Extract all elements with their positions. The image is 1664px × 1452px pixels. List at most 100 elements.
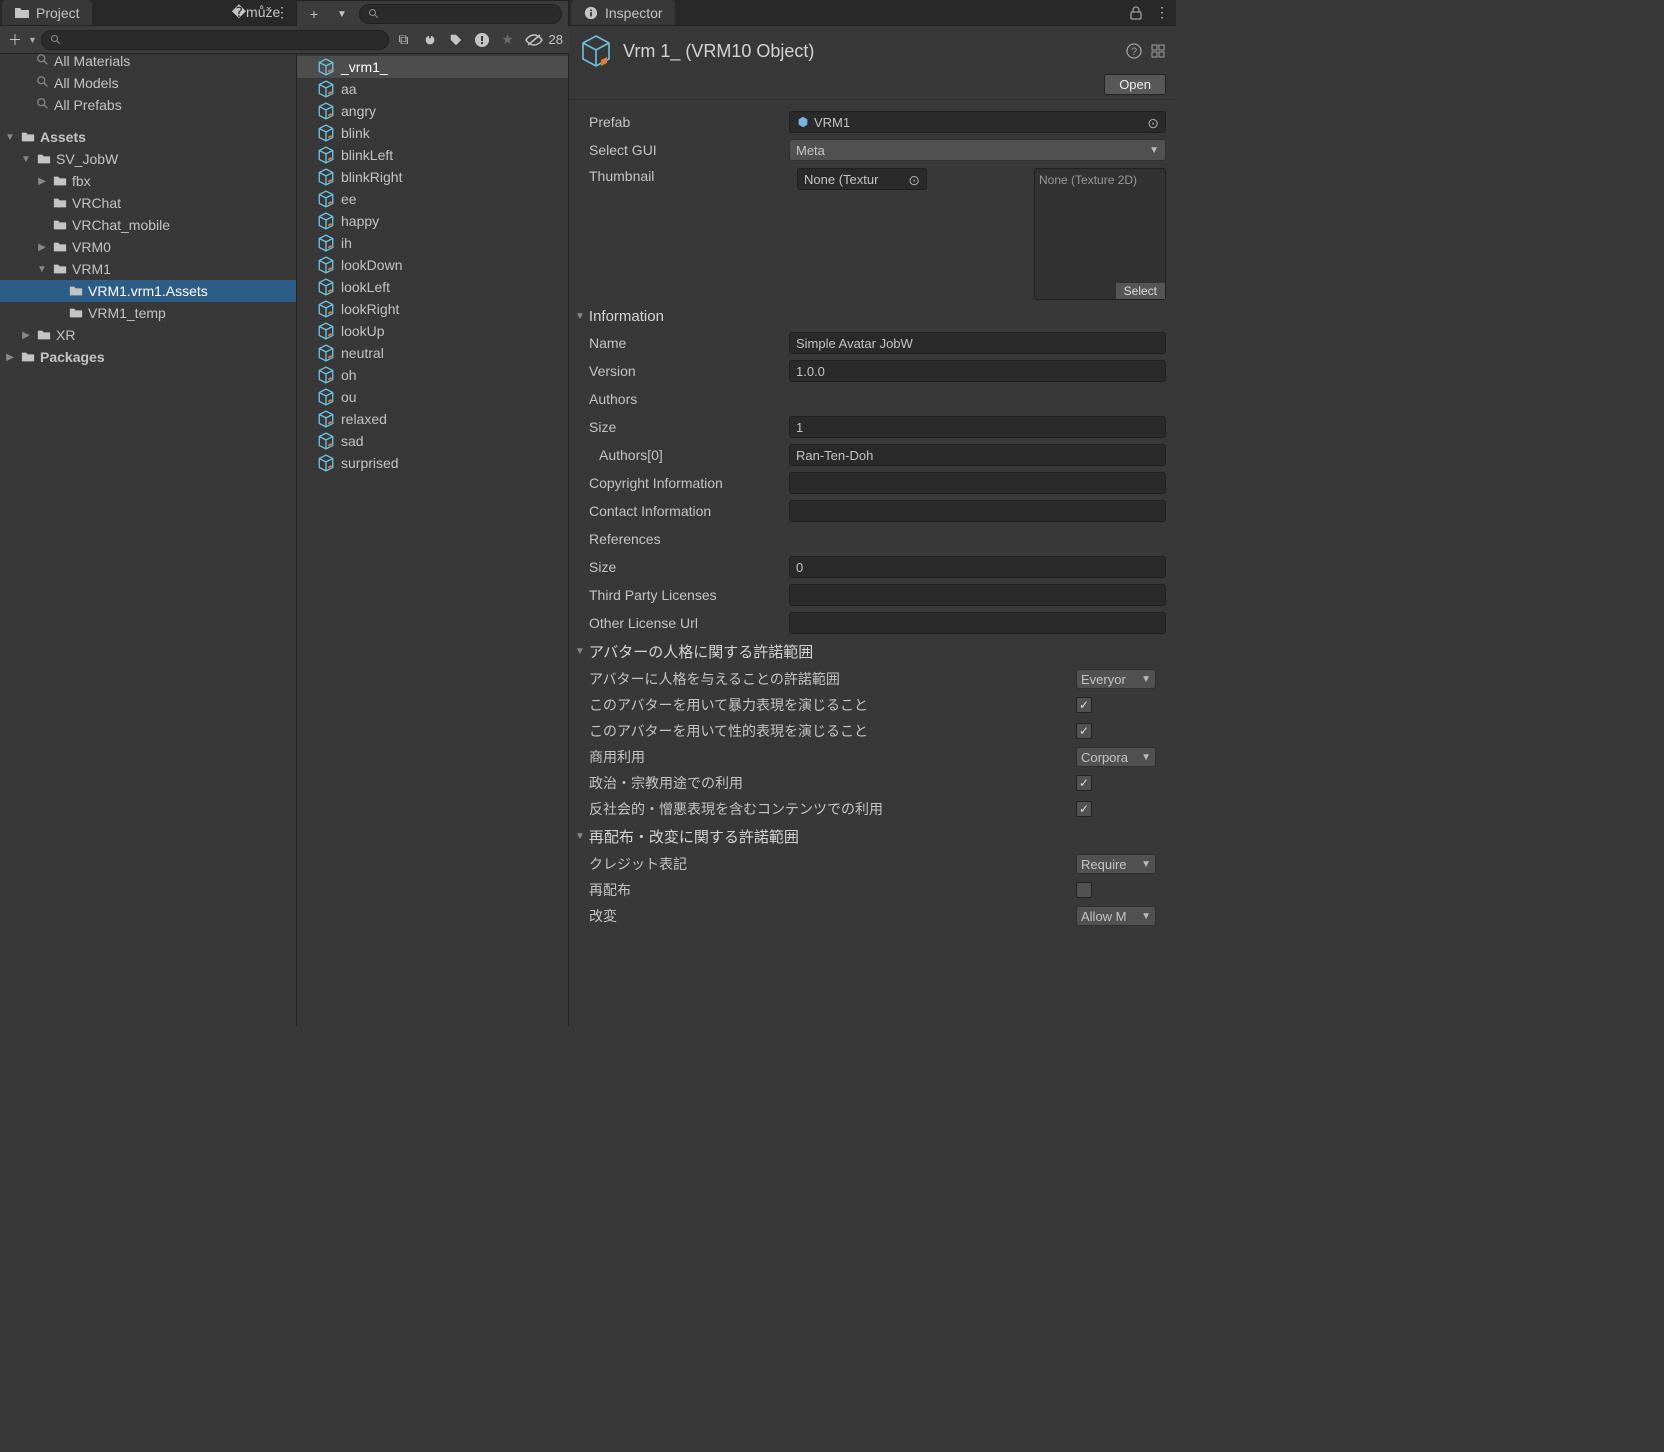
menu-icon[interactable]: ⋮	[274, 5, 290, 21]
cube-icon	[317, 366, 335, 384]
thirdparty-field[interactable]	[789, 584, 1166, 606]
fav-all-materials[interactable]: All Materials	[0, 50, 296, 72]
filter-icon[interactable]: ⧉	[393, 29, 415, 51]
copyright-field[interactable]	[789, 472, 1166, 494]
selectgui-dropdown[interactable]: Meta ▼	[789, 139, 1166, 161]
add-button[interactable]: +	[303, 3, 325, 25]
authors-size-field[interactable]: 1	[789, 416, 1166, 438]
antisocial-checkbox[interactable]: ✓	[1076, 801, 1092, 817]
asset-item[interactable]: blinkLeft	[297, 144, 568, 166]
asset-item[interactable]: happy	[297, 210, 568, 232]
folder-vrm0[interactable]: ▶ VRM0	[0, 236, 296, 258]
asset-item[interactable]: blinkRight	[297, 166, 568, 188]
cube-icon	[317, 234, 335, 252]
add-button[interactable]: ＋	[6, 29, 24, 51]
assets-root[interactable]: ▼ Assets	[0, 126, 296, 148]
chevron-down-icon[interactable]: ▼	[28, 35, 37, 45]
credit-dropdown[interactable]: Require▼	[1076, 854, 1156, 874]
asset-item[interactable]: relaxed	[297, 408, 568, 430]
project-tab[interactable]: Project	[2, 0, 92, 25]
asset-item[interactable]: lookDown	[297, 254, 568, 276]
lock-icon[interactable]	[1128, 5, 1144, 21]
folder-icon	[36, 152, 52, 166]
name-field[interactable]: Simple Avatar JobW	[789, 332, 1166, 354]
folder-icon	[68, 306, 84, 320]
folder-icon	[52, 218, 68, 232]
references-size-field[interactable]: 0	[789, 556, 1166, 578]
folder-vrm1-temp[interactable]: VRM1_temp	[0, 302, 296, 324]
contact-field[interactable]	[789, 500, 1166, 522]
fav-all-prefabs[interactable]: All Prefabs	[0, 94, 296, 116]
asset-item[interactable]: lookRight	[297, 298, 568, 320]
commercial-dropdown[interactable]: Corpora▼	[1076, 747, 1156, 767]
packages-root[interactable]: ▶ Packages	[0, 346, 296, 368]
violent-checkbox[interactable]: ✓	[1076, 697, 1092, 713]
asset-item[interactable]: neutral	[297, 342, 568, 364]
inspector-tab[interactable]: Inspector	[571, 0, 675, 25]
modification-dropdown[interactable]: Allow M▼	[1076, 906, 1156, 926]
label-icon[interactable]	[445, 29, 467, 51]
asset-item[interactable]: ih	[297, 232, 568, 254]
help-icon[interactable]: ?	[1126, 43, 1142, 59]
cube-icon	[317, 124, 335, 142]
thumbnail-field[interactable]: None (Textur ⊙	[797, 168, 927, 190]
folder-fbx[interactable]: ▶ fbx	[0, 170, 296, 192]
fav-all-models[interactable]: All Models	[0, 72, 296, 94]
political-checkbox[interactable]: ✓	[1076, 775, 1092, 791]
redistribution-checkbox[interactable]	[1076, 882, 1092, 898]
folder-vrchat[interactable]: VRChat	[0, 192, 296, 214]
filter-type-icon[interactable]	[419, 29, 441, 51]
warning-icon[interactable]	[471, 29, 493, 51]
section-avatar-permission[interactable]: ▼ アバターの人格に関する許諾範囲	[569, 637, 1176, 666]
prefab-icon	[796, 115, 810, 129]
version-field[interactable]: 1.0.0	[789, 360, 1166, 382]
star-icon[interactable]: ★	[497, 29, 519, 51]
asset-item[interactable]: sad	[297, 430, 568, 452]
preset-icon[interactable]	[1150, 43, 1166, 59]
asset-item[interactable]: ou	[297, 386, 568, 408]
cube-icon	[317, 256, 335, 274]
asset-item[interactable]: lookUp	[297, 320, 568, 342]
chevron-down-icon[interactable]: ▼	[331, 3, 353, 25]
asset-item[interactable]: _vrm1_	[297, 56, 568, 78]
chevron-down-icon: ▼	[1149, 145, 1159, 156]
section-redistribution[interactable]: ▼ 再配布・改変に関する許諾範囲	[569, 822, 1176, 851]
search-input[interactable]	[41, 30, 389, 50]
cube-icon	[317, 146, 335, 164]
menu-icon[interactable]: ⋮	[1154, 5, 1170, 21]
asset-item[interactable]: aa	[297, 78, 568, 100]
search-input[interactable]	[359, 4, 562, 24]
object-picker-icon[interactable]: ⊙	[908, 172, 920, 189]
thumbnail-select-button[interactable]: Select	[1116, 283, 1165, 299]
avatar-personality-dropdown[interactable]: Everyor▼	[1076, 669, 1156, 689]
section-information[interactable]: ▼ Information	[569, 304, 1176, 329]
inspector-tab-bar: Inspector ⋮	[569, 0, 1176, 26]
thumbnail-preview[interactable]: None (Texture 2D) Select	[1034, 168, 1166, 300]
visibility-icon[interactable]	[523, 29, 545, 51]
open-button[interactable]: Open	[1104, 74, 1166, 95]
folder-icon	[36, 328, 52, 342]
cube-icon	[317, 168, 335, 186]
folder-vrchat-mobile[interactable]: VRChat_mobile	[0, 214, 296, 236]
inspector-tab-label: Inspector	[605, 5, 663, 21]
cube-icon	[317, 190, 335, 208]
asset-item[interactable]: angry	[297, 100, 568, 122]
folder-vrm1-assets[interactable]: VRM1.vrm1.Assets	[0, 280, 296, 302]
cube-icon	[317, 388, 335, 406]
asset-item[interactable]: surprised	[297, 452, 568, 474]
asset-item[interactable]: blink	[297, 122, 568, 144]
authors0-field[interactable]: Ran-Ten-Doh	[789, 444, 1166, 466]
folder-sv-jobw[interactable]: ▼ SV_JobW	[0, 148, 296, 170]
asset-item[interactable]: lookLeft	[297, 276, 568, 298]
prefab-field[interactable]: VRM1 ⊙	[789, 111, 1166, 133]
asset-item[interactable]: ee	[297, 188, 568, 210]
object-picker-icon[interactable]: ⊙	[1147, 115, 1159, 132]
lock-icon[interactable]: �může	[248, 5, 264, 21]
folder-vrm1[interactable]: ▼ VRM1	[0, 258, 296, 280]
asset-list: _vrm1_aaangryblinkblinkLeftblinkRighteeh…	[297, 54, 568, 476]
object-icon	[579, 34, 613, 68]
sexual-checkbox[interactable]: ✓	[1076, 723, 1092, 739]
folder-xr[interactable]: ▶ XR	[0, 324, 296, 346]
asset-item[interactable]: oh	[297, 364, 568, 386]
otherurl-field[interactable]	[789, 612, 1166, 634]
